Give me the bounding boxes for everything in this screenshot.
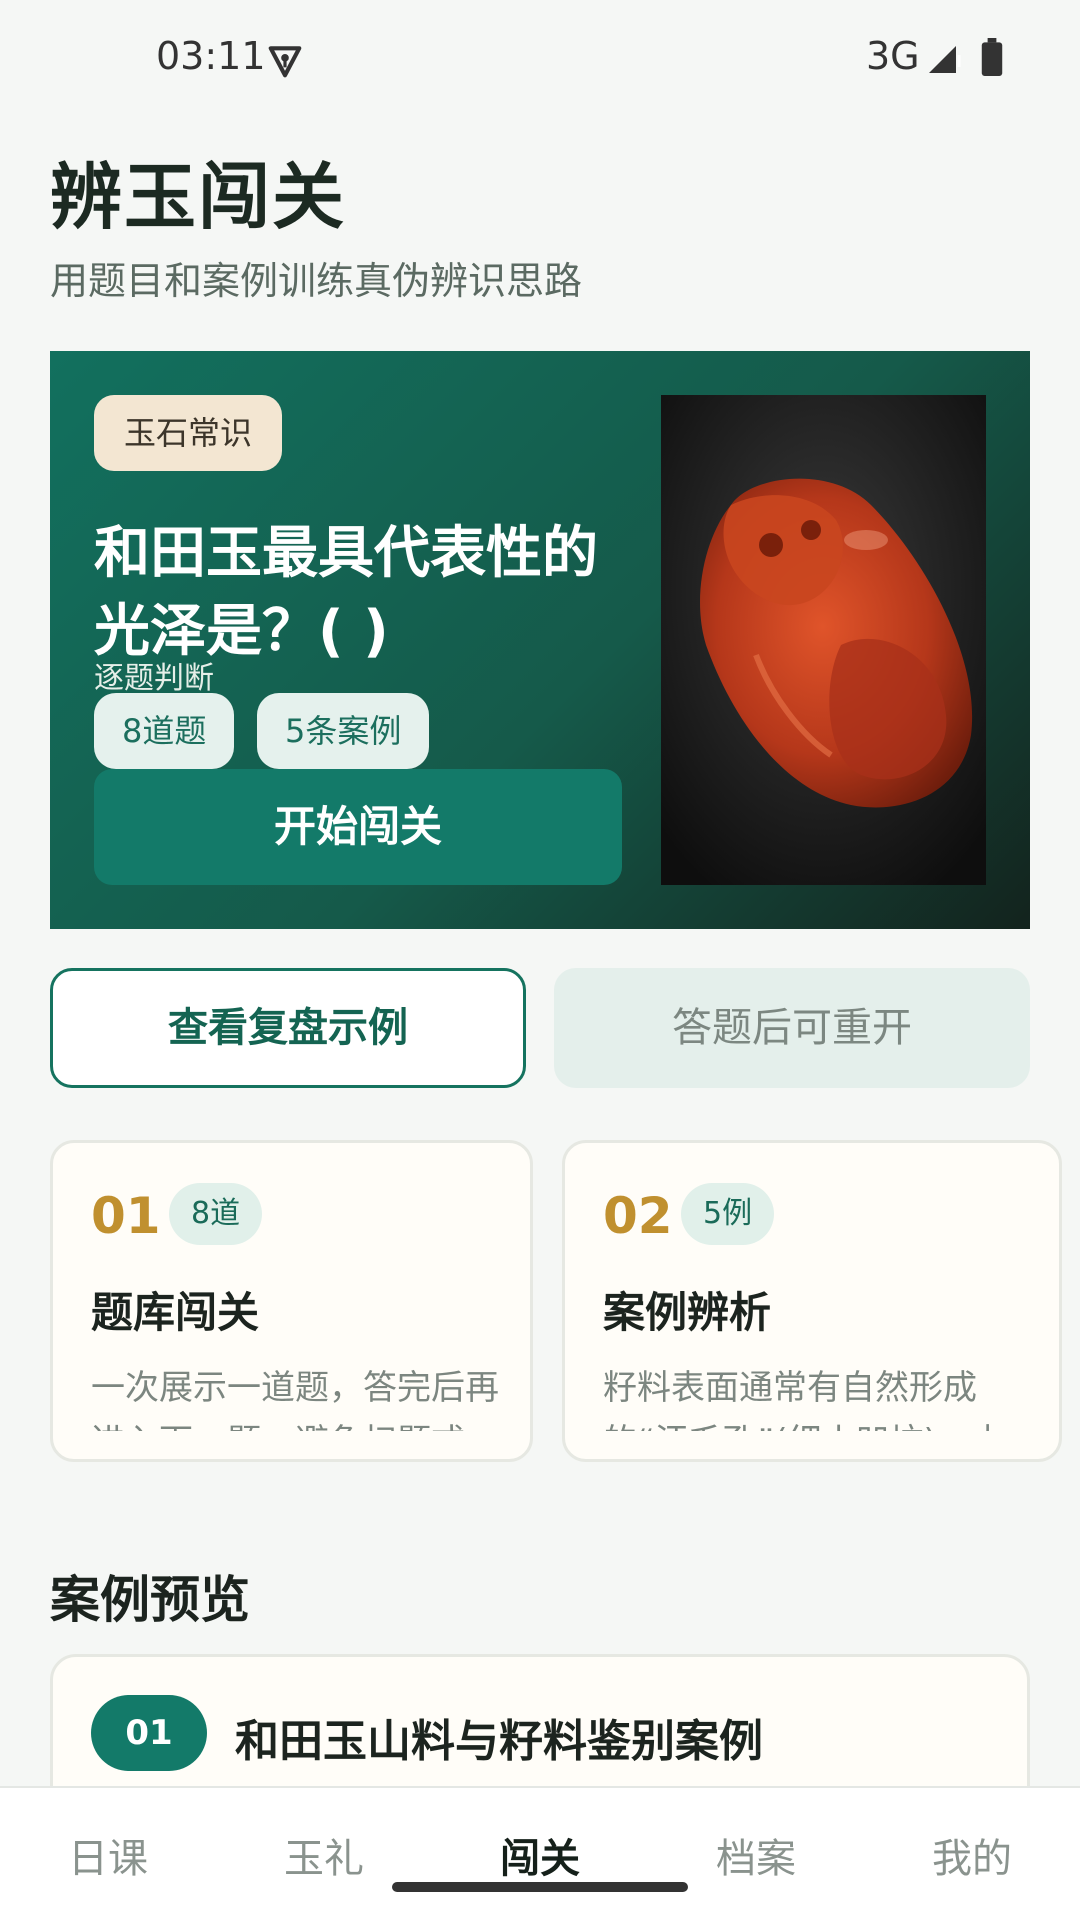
vpn-key-icon <box>268 46 302 78</box>
nav-tab-challenge[interactable]: 闯关 <box>432 1826 648 1884</box>
mode-description: 籽料表面通常有自然形成的“汗毛孔”(细小凹坑)，由 <box>603 1368 1005 1431</box>
page-title: 辨玉闯关 <box>50 155 347 239</box>
network-type: 3G <box>866 34 920 78</box>
mode-title: 案例辨析 <box>603 1288 772 1337</box>
nav-tab-archive[interactable]: 档案 <box>648 1826 864 1884</box>
cell-signal-icon <box>929 46 961 73</box>
jade-pendant-image <box>661 395 986 885</box>
mode-description: 一次展示一道题，答完后再进入下一题，避免扫题式 <box>91 1368 499 1431</box>
nav-tab-me[interactable]: 我的 <box>864 1826 1080 1884</box>
view-review-example-button[interactable]: 查看复盘示例 <box>50 968 526 1088</box>
mode-count-badge: 5例 <box>681 1183 775 1245</box>
mode-number: 01 <box>91 1187 161 1245</box>
category-tag: 玉石常识 <box>94 395 283 471</box>
home-indicator[interactable] <box>392 1882 688 1892</box>
mode-title: 题库闯关 <box>91 1288 260 1337</box>
battery-icon <box>981 38 1003 76</box>
mode-count-badge: 8道 <box>169 1183 263 1245</box>
hero-question: 和田玉最具代表性的光泽是？( ) <box>94 521 598 664</box>
bottom-nav: 日课 玉礼 闯关 档案 我的 <box>0 1786 1080 1920</box>
case-number-badge: 01 <box>91 1695 207 1771</box>
mode-number: 02 <box>603 1187 673 1245</box>
nav-tab-jade-gift[interactable]: 玉礼 <box>216 1826 432 1884</box>
section-title-case-preview: 案例预览 <box>50 1571 250 1629</box>
question-count-chip: 8道题 <box>94 693 235 769</box>
mode-card-question-bank[interactable]: 01 8道 题库闯关 一次展示一道题，答完后再进入下一题，避免扫题式 <box>50 1140 533 1462</box>
page-subtitle: 用题目和案例训练真伪辨识思路 <box>50 259 583 303</box>
mode-card-case-analysis[interactable]: 02 5例 案例辨析 籽料表面通常有自然形成的“汗毛孔”(细小凹坑)，由 <box>562 1140 1062 1462</box>
status-bar: 03:11 3G <box>0 0 1080 120</box>
case-count-chip: 5条案例 <box>257 693 430 769</box>
screen: 03:11 3G 辨玉闯关 用题目和案例训练真伪辨识思路 玉石常识 和田玉最具代… <box>0 0 1080 1920</box>
hero-card: 玉石常识 和田玉最具代表性的光泽是？( ) 逐题判断 8道题 5条案例 开始闯关 <box>50 351 1030 929</box>
nav-tab-daily-lesson[interactable]: 日课 <box>0 1826 216 1884</box>
case-title: 和田玉山料与籽料鉴别案例 <box>235 1716 763 1767</box>
status-time: 03:11 <box>156 34 266 78</box>
hero-hint: 逐题判断 <box>94 661 214 696</box>
reopen-after-answer-button[interactable]: 答题后可重开 <box>554 968 1030 1088</box>
start-challenge-button[interactable]: 开始闯关 <box>94 769 622 885</box>
